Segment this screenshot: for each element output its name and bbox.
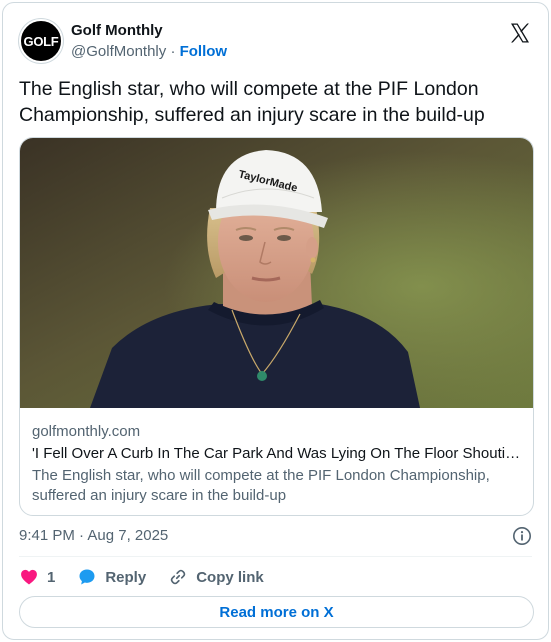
- reply-button[interactable]: Reply: [77, 567, 146, 587]
- link-title[interactable]: 'I Fell Over A Curb In The Car Park And …: [32, 444, 521, 464]
- avatar-logo-text: GOLF: [23, 33, 59, 49]
- like-button[interactable]: 1: [19, 567, 55, 587]
- read-more-button[interactable]: Read more on X: [19, 596, 534, 628]
- author-name[interactable]: Golf Monthly: [71, 21, 227, 40]
- like-count: 1: [47, 568, 56, 586]
- link-icon: [170, 569, 186, 585]
- info-icon[interactable]: [512, 526, 532, 546]
- author-handle[interactable]: @GolfMonthly: [71, 43, 166, 60]
- divider: [19, 556, 532, 557]
- reply-label: Reply: [105, 568, 147, 586]
- tweet-timestamp[interactable]: 9:41 PM · Aug 7, 2025: [19, 527, 168, 544]
- tweet-meta-row: 9:41 PM · Aug 7, 2025: [19, 525, 532, 547]
- link-description: The English star, who will compete at th…: [32, 467, 490, 504]
- copy-link-button[interactable]: Copy link: [168, 567, 264, 587]
- tweet-text: The English star, who will compete at th…: [19, 78, 485, 126]
- avatar[interactable]: GOLF: [19, 19, 63, 63]
- link-domain: golfmonthly.com: [32, 423, 141, 440]
- follow-button[interactable]: Follow: [180, 43, 228, 60]
- author-handle-line: @GolfMonthly · Follow: [71, 42, 227, 62]
- heart-icon: [21, 569, 37, 585]
- author-block: Golf Monthly @GolfMonthly · Follow: [71, 21, 227, 62]
- link-preview-meta: golfmonthly.com 'I Fell Over A Curb In T…: [32, 422, 521, 506]
- x-logo-icon[interactable]: [508, 21, 532, 45]
- tweet-header: GOLF Golf Monthly @GolfMonthly · Follow: [19, 15, 532, 67]
- speech-bubble-icon: [79, 569, 95, 585]
- link-preview-image[interactable]: TaylorMade: [20, 138, 534, 408]
- tweet-embed-card: GOLF Golf Monthly @GolfMonthly · Follow …: [2, 2, 549, 640]
- link-preview-card[interactable]: TaylorMade golfmonthly.com 'I Fell Over …: [19, 137, 534, 516]
- action-bar: 1 Reply Copy link: [19, 565, 286, 589]
- copy-link-label: Copy link: [196, 568, 264, 586]
- handle-separator: ·: [170, 43, 176, 60]
